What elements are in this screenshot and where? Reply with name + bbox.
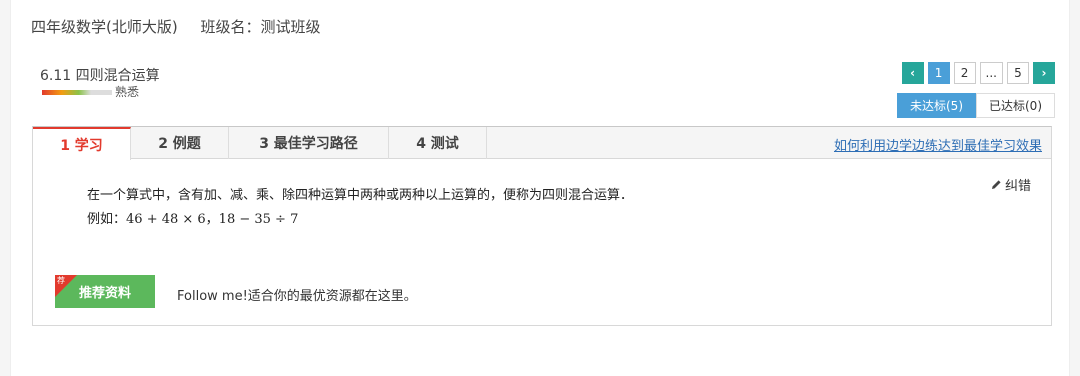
example-math: 46 + 48 × 6，18 − 35 ÷ 7: [126, 212, 299, 227]
page-ellipsis[interactable]: ...: [979, 62, 1003, 84]
example-prefix: 例如：: [87, 212, 127, 227]
met-tab[interactable]: 已达标(0): [976, 93, 1055, 118]
correct-label: 纠错: [1004, 179, 1031, 194]
lesson-title: 6.11 四则混合运算: [40, 68, 160, 84]
correct-error-button[interactable]: 纠错: [991, 175, 1031, 194]
tab-test[interactable]: 4 测试: [389, 127, 487, 159]
pagination: ‹ 1 2 ... 5 ›: [901, 62, 1055, 84]
example-line: 例如：46 + 48 × 6，18 − 35 ÷ 7: [87, 208, 298, 227]
help-link[interactable]: 如何利用边学边练达到最佳学习效果: [834, 135, 1042, 154]
mastery-indicator: 熟悉: [42, 85, 139, 99]
page-button-5[interactable]: 5: [1007, 62, 1029, 84]
mastery-bar: [42, 89, 112, 95]
page-button-2[interactable]: 2: [953, 62, 976, 84]
recommend-corner-label: 荐: [57, 276, 65, 285]
recommend-button-label: 推荐资料: [78, 286, 131, 301]
tab-learn[interactable]: 1 学习: [33, 127, 131, 160]
tab-examples[interactable]: 2 例题: [131, 127, 229, 159]
page-button-1[interactable]: 1: [927, 62, 950, 84]
unmet-tab[interactable]: 未达标(5): [897, 93, 976, 118]
mastery-label: 熟悉: [115, 84, 140, 99]
status-toggle: 未达标(5) 已达标(0): [897, 93, 1055, 118]
tab-best-path[interactable]: 3 最佳学习路径: [229, 127, 389, 159]
tab-bar: 1 学习 2 例题 3 最佳学习路径 4 测试 如何利用边学边练达到最佳学习效果: [33, 127, 1051, 160]
content-panel: 1 学习 2 例题 3 最佳学习路径 4 测试 如何利用边学边练达到最佳学习效果…: [32, 126, 1052, 326]
definition-text: 在一个算式中，含有加、减、乘、除四种运算中两种或两种以上运算的，便称为四则混合运…: [87, 188, 634, 203]
recommend-button[interactable]: 荐 推荐资料: [55, 275, 155, 308]
main-card: 四年级数学(北师大版) 班级名：测试班级 6.11 四则混合运算 熟悉 ‹ 1 …: [10, 0, 1070, 376]
class-name: 班级名：测试班级: [200, 18, 321, 36]
prev-page-button[interactable]: ‹: [901, 62, 924, 84]
course-title: 四年级数学(北师大版): [31, 18, 178, 36]
pencil-icon: [991, 180, 1001, 189]
mastery-bar-fill: [42, 89, 91, 95]
recommend-tagline: Follow me!适合你的最优资源都在这里。: [177, 289, 417, 304]
next-page-button[interactable]: ›: [1033, 62, 1055, 84]
page-header: 四年级数学(北师大版) 班级名：测试班级: [31, 16, 321, 37]
